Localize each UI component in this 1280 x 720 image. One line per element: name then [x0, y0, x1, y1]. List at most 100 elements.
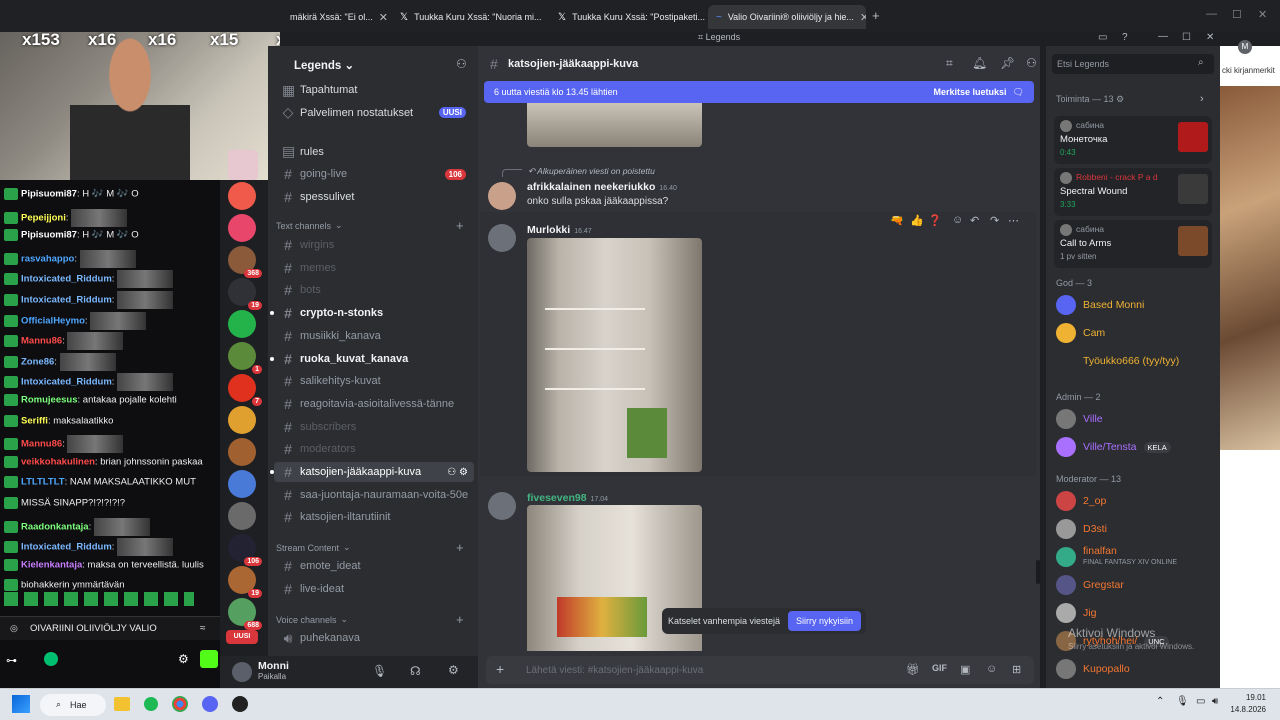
server-icon[interactable] [228, 310, 256, 338]
server-icon[interactable]: 1 [228, 342, 262, 374]
channel-katsojien-iltarutiinit[interactable]: # katsojien-iltarutiinit [274, 507, 474, 527]
bell-icon[interactable]: 🔔︎ [972, 56, 987, 70]
discord-icon[interactable] [202, 696, 218, 712]
clock-date[interactable]: 14.8.2026 [1226, 705, 1266, 714]
collapse-icon[interactable]: ≈ [200, 623, 206, 634]
channel-musiikki_kanava[interactable]: # musiikki_kanava [274, 326, 474, 346]
member-row[interactable]: Jig [1056, 600, 1096, 626]
apps-icon[interactable]: ⊞ [1012, 663, 1021, 676]
chat-username[interactable]: rasvahappo [21, 253, 74, 264]
reaction-icon[interactable]: 🔫 [890, 214, 904, 227]
channel-reagoitavia-asioitalivessä-tänne[interactable]: # reagoitavia-asioitalivessä-tänne [274, 394, 474, 414]
channel-live-ideat[interactable]: # live-ideat [274, 579, 474, 599]
prior-message-image[interactable] [527, 103, 702, 147]
points-icon[interactable]: ⊶ [6, 654, 17, 667]
more-icon[interactable]: ⋯ [1008, 214, 1019, 227]
member-row[interactable]: Kupopallo [1056, 656, 1130, 682]
microphone-icon[interactable]: 🎙 [372, 664, 387, 678]
channel-emote_ideat[interactable]: # emote_ideat [274, 556, 474, 576]
chrome-icon[interactable] [172, 696, 188, 712]
channel-settings-icon[interactable]: ⚇ ⚙ [447, 467, 468, 478]
channel-spessulivet[interactable]: # spessulivet [274, 187, 474, 207]
server-icon[interactable]: 19 [228, 278, 262, 310]
volume-icon[interactable]: 🔊︎ [1212, 696, 1218, 707]
channel-wirgins[interactable]: # wirgins [274, 235, 474, 255]
channel-tapahtumat[interactable]: ▦ Tapahtumat [274, 80, 474, 100]
sticker-icon[interactable]: ▣ [960, 663, 970, 676]
spotify-icon[interactable] [144, 697, 158, 711]
emoji-icon[interactable]: ☺ [986, 663, 997, 675]
channel-subscribers[interactable]: # subscribers [274, 417, 474, 437]
member-row[interactable]: Cam [1056, 320, 1105, 346]
network-icon[interactable]: ▭ [1196, 696, 1205, 707]
browser-tab-4[interactable]: ~ Valio Oivariini® oliiviöljy ja hie... ✕ [708, 5, 866, 29]
chat-username[interactable]: Seriffi [21, 415, 48, 426]
gif-icon[interactable]: GIF [932, 663, 947, 673]
browser-tab-1[interactable]: mäkirä Xssä: "Ei ol... ✕ [282, 5, 388, 29]
member-row[interactable]: finalfan FINAL FANTASY XIV ONLINE [1056, 544, 1177, 570]
obs-icon[interactable] [232, 696, 248, 712]
reply-icon[interactable]: ↶ [970, 214, 979, 227]
add-channel-icon[interactable]: + [456, 612, 464, 627]
close-icon[interactable]: ✕ [379, 11, 388, 24]
window-maximize-icon[interactable]: ☐ [1232, 8, 1242, 21]
help-icon[interactable]: ? [1122, 32, 1128, 43]
server-icon[interactable] [228, 182, 256, 210]
channel-palvelimen-nostatukset[interactable]: ◇ Palvelimen nostatukset UUSI [274, 103, 474, 123]
add-reaction-icon[interactable]: ☺ [952, 214, 963, 226]
settings-gear-icon[interactable]: ⚙ [178, 652, 189, 666]
chat-username[interactable]: Romujeesus [21, 395, 78, 406]
pin-icon[interactable]: 📌︎ [1000, 56, 1015, 70]
message-author[interactable]: fiveseven98 17.04 [527, 492, 608, 504]
channel-memes[interactable]: # memes [274, 258, 474, 278]
message-input[interactable]: + Lähetä viesti: #katsojien-jääkaappi-ku… [486, 656, 1034, 684]
avatar[interactable] [232, 662, 252, 682]
chat-username[interactable]: veikkohakulinen [21, 456, 95, 467]
profile-avatar[interactable]: M [1238, 40, 1252, 54]
avatar[interactable] [488, 224, 516, 252]
window-minimize-icon[interactable]: — [1206, 8, 1217, 20]
avatar[interactable] [488, 182, 516, 210]
chat-username[interactable]: Kielenkantaja [21, 559, 82, 570]
inbox-icon[interactable]: ▭ [1098, 32, 1107, 43]
channel-katsojien-jääkaappi-kuva[interactable]: # katsojien-jääkaappi-kuva ⚇ ⚙ [270, 462, 474, 482]
member-row[interactable]: Työukko666 (tyy/tyy) [1056, 348, 1179, 374]
tray-chevron-icon[interactable]: ⌃ [1156, 696, 1164, 707]
chat-username[interactable]: Intoxicated_Riddum [21, 274, 112, 285]
mark-read-button[interactable]: Merkitse luetuksi [934, 87, 1007, 97]
thumbs-up-icon[interactable]: 👍 [910, 214, 924, 227]
chat-username[interactable]: LTLTLTLT [21, 477, 65, 488]
window-close-icon[interactable]: ✕ [1258, 8, 1267, 21]
message-author[interactable]: Murlokki 16.47 [527, 224, 592, 236]
chat-username[interactable]: Pipisuomi87 [21, 189, 77, 200]
forward-icon[interactable]: ↷ [990, 214, 999, 227]
server-icon[interactable]: 368 [228, 246, 262, 278]
voice-channel-puhekanava[interactable]: 🔊︎ puhekanava [274, 628, 474, 648]
message-author[interactable]: afrikkalainen neekeriukko 16.40 [527, 181, 677, 193]
server-icon[interactable]: 106 [228, 534, 262, 566]
server-icon[interactable]: 19 [228, 566, 262, 598]
new-tab-button[interactable]: + [872, 8, 880, 23]
channel-moderators[interactable]: # moderators [274, 439, 474, 459]
close-icon[interactable]: ✕ [860, 11, 866, 24]
member-row[interactable]: 2_op [1056, 488, 1106, 514]
category-text-channels[interactable]: Text channels ⌄ + [276, 218, 464, 233]
avatar[interactable] [488, 492, 516, 520]
windows-start-icon[interactable] [12, 695, 30, 713]
browser-tab-3[interactable]: 𝕏 Tuukka Kuru Xssä: "Postipaketi... ✕ [550, 5, 706, 29]
member-row[interactable]: Ville [1056, 406, 1103, 432]
question-icon[interactable]: ❓ [928, 214, 942, 227]
close-icon[interactable]: ✕ [547, 11, 548, 24]
server-icon[interactable] [228, 438, 256, 466]
member-row[interactable]: Based Monni [1056, 292, 1144, 318]
close-icon[interactable]: ✕ [1206, 32, 1214, 43]
chat-scrollbar[interactable] [1036, 560, 1040, 584]
server-icon[interactable]: 7 [228, 374, 262, 406]
upload-plus-icon[interactable]: + [496, 661, 504, 677]
taskbar-search[interactable]: ⌕ Hae [40, 694, 106, 716]
category-stream-content[interactable]: Stream Content ⌄ + [276, 540, 464, 555]
chat-username[interactable]: Pepeijjoni [21, 212, 66, 223]
channel-saa-juontaja-nauramaan-voita-50e[interactable]: # saa-juontaja-nauramaan-voita-50e [274, 485, 474, 505]
kick-icon[interactable] [44, 652, 58, 666]
channel-going-live[interactable]: # going-live 106 [274, 164, 474, 184]
